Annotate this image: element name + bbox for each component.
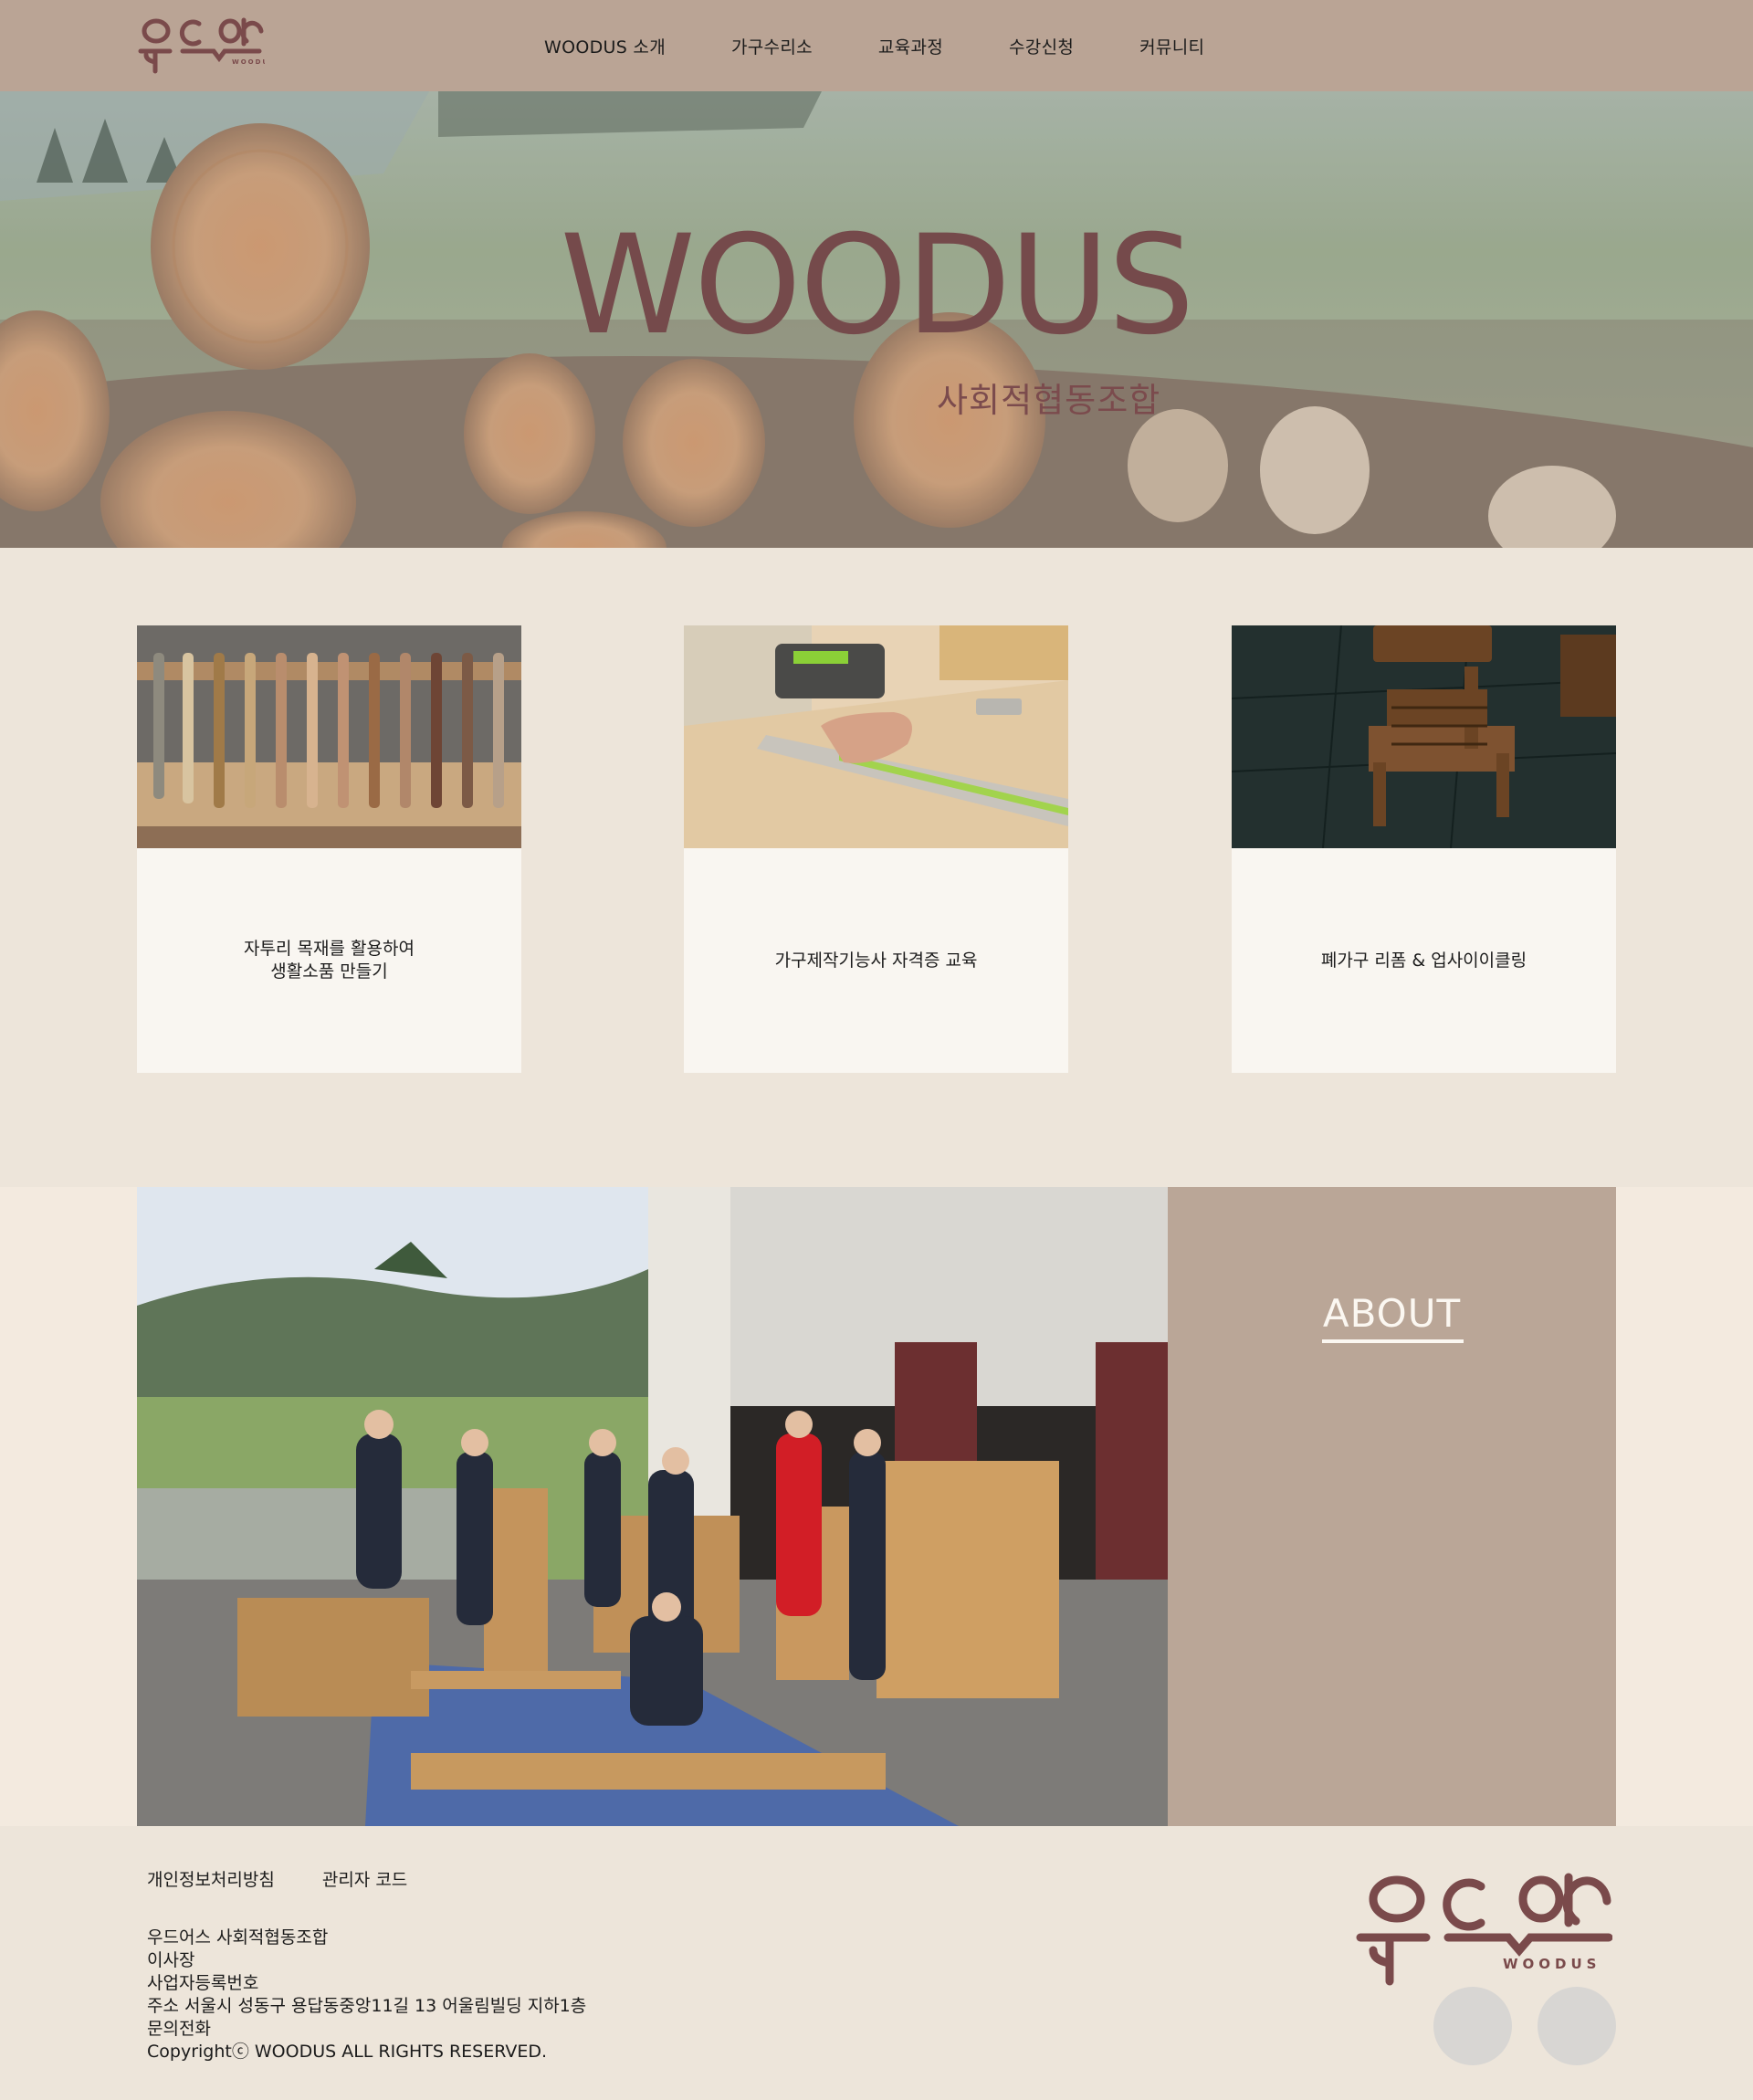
main-nav: WOODUS 소개 가구수리소 교육과정 수강신청 커뮤니티 <box>544 0 1270 91</box>
address: 주소 서울시 성동구 용답동중앙11길 13 어울림빌딩 지하1층 <box>147 1996 587 2016</box>
card-text-upcycling: 폐가구 리폼 & 업사이이클링 <box>1320 950 1527 971</box>
about-title-underline <box>1322 1339 1464 1343</box>
company-name: 우드어스 사회적협동조합 <box>147 1927 329 1948</box>
nav-item-furniture-repair[interactable]: 가구수리소 <box>731 34 813 58</box>
footer-woodus-logo[interactable]: WOODUS <box>1353 1868 1612 1987</box>
svg-text:WOODUS: WOODUS <box>1503 1956 1601 1972</box>
card-text-certification: 가구제작기능사 자격증 교육 <box>774 950 978 971</box>
hero-banner: WOODUS 사회적협동조합 <box>0 91 1753 548</box>
ceo-label: 이사장 <box>147 1950 195 1970</box>
social-link-1-icon[interactable] <box>1433 1987 1512 2065</box>
about-group-photo <box>137 1187 1168 1826</box>
nav-item-enrollment[interactable]: 수강신청 <box>1009 34 1074 58</box>
hero-title: WOODUS <box>560 206 1195 365</box>
about-panel: ABOUT <box>1168 1187 1616 1826</box>
phone-label: 문의전화 <box>147 2019 211 2039</box>
admin-code-link[interactable]: 관리자 코드 <box>322 1866 407 1891</box>
site-header: WOODUS WOODUS 소개 가구수리소 교육과정 수강신청 커뮤니티 <box>0 0 1753 91</box>
hero-subtitle: 사회적협동조합 <box>937 381 1161 420</box>
nav-item-courses[interactable]: 교육과정 <box>878 34 943 58</box>
card-scrap-wood[interactable]: 자투리 목재를 활용하여 생활소품 만들기 <box>137 625 521 1073</box>
social-link-2-icon[interactable] <box>1538 1987 1616 2065</box>
nav-item-woodus-intro[interactable]: WOODUS 소개 <box>544 34 666 58</box>
about-title[interactable]: ABOUT <box>1168 1291 1616 1336</box>
program-cards: 자투리 목재를 활용하여 생활소품 만들기 가구제작기능사 자격증 교육 폐가구… <box>0 548 1753 1187</box>
business-number-label: 사업자등록번호 <box>147 1973 259 1993</box>
card-image-wooden-pens <box>137 625 521 848</box>
woodus-logo[interactable]: WOODUS <box>137 11 265 75</box>
card-image-saw-cutting <box>684 625 1068 848</box>
footer-links: 개인정보처리방침 관리자 코드 <box>147 1866 455 1891</box>
company-info: 우드어스 사회적협동조합 이사장 사업자등록번호 주소 서울시 성동구 용답동중… <box>147 1927 586 2063</box>
copyright: Copyrightⓒ WOODUS ALL RIGHTS RESERVED. <box>147 2042 548 2062</box>
card-text-scrap-wood: 자투리 목재를 활용하여 생활소품 만들기 <box>244 939 415 982</box>
privacy-policy-link[interactable]: 개인정보처리방침 <box>147 1866 275 1891</box>
card-upcycling[interactable]: 폐가구 리폼 & 업사이이클링 <box>1232 625 1616 1073</box>
svg-text:WOODUS: WOODUS <box>232 58 265 66</box>
card-image-wooden-chairs <box>1232 625 1616 848</box>
about-section: ABOUT <box>0 1187 1753 1826</box>
card-certification[interactable]: 가구제작기능사 자격증 교육 <box>684 625 1068 1073</box>
site-footer: 개인정보처리방침 관리자 코드 우드어스 사회적협동조합 이사장 사업자등록번호… <box>0 1826 1753 2100</box>
nav-item-community[interactable]: 커뮤니티 <box>1139 34 1204 58</box>
